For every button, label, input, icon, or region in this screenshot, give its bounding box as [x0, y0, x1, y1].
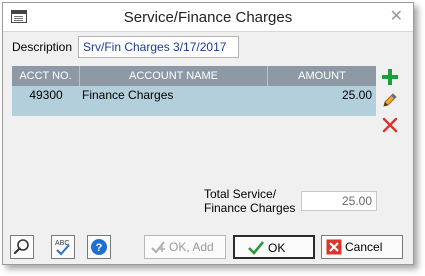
- cell-amount: 25.00: [341, 88, 372, 102]
- title-bar: Service/Finance Charges ✕: [3, 3, 413, 32]
- total-field: 25.00: [301, 191, 377, 211]
- svg-text:?: ?: [96, 242, 103, 254]
- help-button[interactable]: ?: [87, 235, 111, 259]
- spell-check-button[interactable]: ABC: [51, 235, 75, 259]
- cancel-x-icon: [326, 239, 342, 255]
- check-icon: [248, 241, 265, 255]
- description-input[interactable]: Srv/Fin Charges 3/17/2017: [78, 36, 239, 58]
- window-title: Service/Finance Charges: [123, 9, 293, 26]
- charges-table: ACCT NO. ACCOUNT NAME AMOUNT 49300 Finan…: [12, 66, 376, 116]
- search-button[interactable]: [10, 235, 34, 259]
- column-header-amount[interactable]: AMOUNT: [268, 66, 376, 86]
- close-icon[interactable]: ✕: [390, 6, 403, 26]
- table-row[interactable]: 49300 Finance Charges 25.00: [12, 86, 376, 116]
- add-icon[interactable]: [381, 68, 399, 86]
- cell-account-name: Finance Charges: [82, 88, 174, 102]
- ok-button[interactable]: OK: [233, 235, 315, 259]
- magnifier-icon: [13, 239, 29, 255]
- check-add-icon: [151, 241, 165, 254]
- total-label: Total Service/ Finance Charges: [204, 187, 296, 215]
- help-icon: ?: [91, 239, 107, 255]
- cancel-button[interactable]: Cancel: [321, 235, 403, 259]
- table-header: ACCT NO. ACCOUNT NAME AMOUNT: [12, 66, 376, 86]
- dialog-window: Service/Finance Charges ✕ Description Sr…: [2, 2, 414, 265]
- cell-acct-no: 49300: [29, 88, 63, 102]
- column-header-account-name[interactable]: ACCOUNT NAME: [80, 66, 268, 86]
- spell-check-icon: ABC: [55, 240, 70, 256]
- column-header-acct-no[interactable]: ACCT NO.: [12, 66, 80, 86]
- description-label: Description: [12, 40, 73, 54]
- edit-pencil-icon[interactable]: [381, 91, 399, 109]
- ok-add-button[interactable]: OK, Add: [144, 235, 226, 259]
- delete-x-icon[interactable]: [381, 116, 399, 134]
